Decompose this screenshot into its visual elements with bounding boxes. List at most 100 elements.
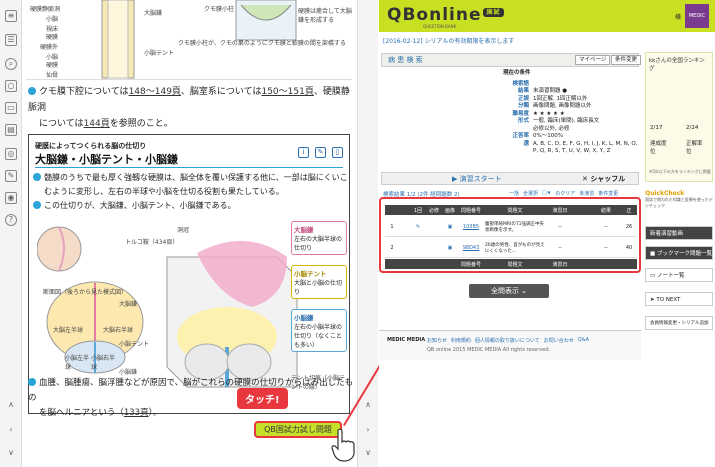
book-icon: ✎ [415, 223, 421, 230]
to-next-button[interactable]: ➤ TO NEXT [645, 292, 713, 306]
callout-shono-tent: 小脳テント 大脳と小脳の仕切り [291, 265, 347, 299]
fig-label: トルコ鞍（434頁） [125, 239, 179, 246]
footer-link[interactable]: 利用規約 [451, 337, 471, 344]
question-link[interactable]: 103B5 [459, 217, 483, 236]
bullet-icon [33, 201, 41, 209]
page-icon[interactable]: ▤ [5, 124, 17, 136]
action-bar: ▶ 演習スタート ✕ シャッフル [381, 172, 639, 185]
bullet-icon [28, 87, 36, 95]
circle-icon[interactable]: ○ [5, 80, 17, 92]
fig-label: 小脳右半球 [91, 355, 116, 371]
fig-label: 小脳テント [144, 50, 175, 57]
condition-button[interactable]: 条件変更 [611, 55, 642, 65]
scroll-down-icon[interactable]: ∨ [5, 448, 17, 460]
page-link[interactable]: 144頁 [84, 119, 110, 129]
fig-label: 洞冠 [177, 227, 190, 234]
fig-label: 硬膜静脈洞 [30, 6, 61, 13]
footer-link[interactable]: Q&A [578, 337, 589, 344]
mypage-button[interactable]: マイページ [575, 55, 611, 65]
para-references: クモ膜下腔については148～149頁、脳室系については150～151頁、硬膜静脈… [28, 87, 350, 129]
info-icon[interactable]: i [298, 147, 309, 158]
fig-label: 小脳テント [119, 341, 150, 348]
page-link[interactable]: 148～149頁 [129, 87, 181, 97]
ranking-box: kkさんの全国ランキング 2/17 2/24 達成度 正解率 位 位 ※5年以下… [645, 52, 713, 182]
quickcheck-banner[interactable]: QuickCheck 国試で問われた知識と医療を使ったデジチェック [645, 190, 713, 220]
menu-icon[interactable]: ≡ [5, 10, 17, 22]
qb-online-pane: QBonline 国試 QUESTION BANK 様 MEDIC MEDIA [… [379, 0, 715, 467]
results-table-highlight: 1回 必修 画像 問題番号 問題文 演習日 結果 正 1 ✎ ▣ 103B5 腹… [379, 197, 641, 273]
fig-label: 硬膜 [46, 34, 59, 41]
bookmark-icon[interactable]: ▯ [332, 147, 343, 158]
globe-icon[interactable]: ◉ [5, 192, 17, 204]
bullet-icon [28, 378, 36, 386]
fig-label: 大脳右半球 [103, 327, 134, 334]
shuffle-button[interactable]: ✕ シャッフル [582, 174, 625, 184]
start-button[interactable]: ▶ 演習スタート [452, 174, 502, 184]
note-icon[interactable]: ✎ [5, 170, 17, 182]
prev-page-icon[interactable]: ‹ [5, 425, 17, 437]
meninges-figure: 硬膜静脈洞 小脳 視床 硬膜 硬膜外 小脳 硬膜 仙骨 大脳鎌 小脳テント クモ… [26, 0, 352, 80]
qb-logo[interactable]: QBonline 国試 [387, 5, 504, 25]
current-conditions: 現在の条件 検索語 結果 未演習問題 ● 正誤 1回正解, 1回正解以外 分類 画像問… [503, 70, 638, 154]
table-row[interactable]: 1 ✎ ▣ 103B5 腹部単純MRIのT1強調正中矢状断像を示す。 -- --… [385, 217, 637, 237]
ebook-pane: ≡ ☰ ⌕ ○ ▭ ▤ ◎ ✎ ◉ ? ∧ ‹ ∨ 硬膜静脈洞 小脳 視床 硬膜… [0, 0, 378, 467]
qb-icon[interactable]: ◎ [5, 148, 17, 160]
page-link[interactable]: 150～151頁 [261, 87, 313, 97]
fig-label: 大脳鎌 [119, 301, 138, 308]
section-body: 髄膜のうちで最も厚く強靱な硬膜は、脳全体を覆い保護する他に、一部は脳にくいこ む… [33, 171, 349, 213]
show-all-button[interactable]: 全問表示 ⌄ [469, 284, 549, 298]
table-footer: 問題番号 問題文 演習日 [385, 259, 637, 269]
left-toolbar: ≡ ☰ ⌕ ○ ▭ ▤ ◎ ✎ ◉ ? ∧ ‹ ∨ [0, 0, 22, 467]
fig-note: 硬膜は癒合して大脳鎌を形成する [298, 8, 352, 24]
footer-link[interactable]: お問い合わせ [544, 337, 574, 344]
result-link[interactable]: □★ [542, 190, 551, 197]
fig-label: 断面図（後ろから見た模式図） [43, 289, 128, 296]
tap-callout: タッチ! [237, 388, 288, 409]
fig-label: 小脳 [46, 16, 59, 23]
ebook-page: 硬膜静脈洞 小脳 視床 硬膜 硬膜外 小脳 硬膜 仙骨 大脳鎌 小脳テント クモ… [26, 0, 354, 467]
table-header: 1回 必修 画像 問題番号 問題文 演習日 結果 正 [385, 205, 637, 215]
section-title: 大脳鎌・小脳テント・小脳鎌 [35, 153, 178, 166]
page-link[interactable]: 133頁 [124, 408, 149, 418]
footer-copyright: QB online 2015 MEDIC MEDIA All rights re… [427, 347, 551, 353]
note-list-button[interactable]: ▭ ノート一覧 [645, 268, 713, 282]
scroll-up-icon[interactable]: ∧ [5, 400, 17, 412]
footer-logo: MEDIC MEDIA [387, 337, 426, 343]
serial-notice[interactable]: [2016-02-12] シリアルの有効期限を表示します [383, 36, 514, 45]
table-row[interactable]: 2 ▣ 98D43 26歳の男性、首がものが見えにくくなった… -- -- 40 [385, 238, 637, 258]
scroll-up-icon[interactable]: ∧ [362, 400, 374, 412]
para-herniation: 血腫、脳腫瘍、脳浮腫などが原因で、脳がこれらの硬膜の仕切りからはみ出したもの を… [28, 378, 354, 418]
bookmark-list-button[interactable]: ■ ブックマーク問題一覧 [645, 246, 713, 260]
scroll-down-icon[interactable]: ∨ [362, 448, 374, 460]
hand-pointer-icon [331, 428, 355, 462]
question-link[interactable]: 98D43 [459, 238, 483, 257]
logo-sub: QUESTION BANK [423, 24, 457, 29]
result-link[interactable]: 未演習 [579, 190, 594, 197]
qb-header: QBonline 国試 QUESTION BANK 様 MEDIC MEDIA [379, 0, 715, 43]
next-page-icon[interactable]: › [362, 425, 374, 437]
result-link[interactable]: 条件変更 [598, 190, 618, 197]
qb-trial-button[interactable]: QB国試力試し問題 [254, 421, 342, 438]
fig-label: クモ膜小柱 [204, 6, 235, 13]
qb-footer: MEDIC MEDIA お知らせ 利用規約 個人情報の取り扱いについて お問い合… [379, 330, 641, 360]
medic-media-logo[interactable]: MEDIC MEDIA [685, 4, 709, 43]
section-subtitle: 硬膜によってつくられる脳の仕切り [35, 142, 147, 150]
callout-daino-kama: 大脳鎌 左右の大脳半球の仕切り [291, 221, 347, 255]
fig-label: 硬膜外 [40, 44, 59, 51]
new-video-button[interactable]: 新着演習動画 [645, 226, 713, 240]
help-icon[interactable]: ? [5, 214, 17, 226]
bullet-icon [33, 173, 41, 181]
result-link[interactable]: 一括 [509, 190, 519, 197]
image-icon: ▣ [447, 244, 453, 251]
member-settings-button[interactable]: 会員情報変更・シリアル追加 [645, 316, 713, 330]
book-icon[interactable]: ▭ [5, 102, 17, 114]
search-icon[interactable]: ⌕ [5, 58, 17, 70]
callout-shono-kama: 小脳鎌 左右の小脳半球の仕切り（なくことも多い） [291, 309, 347, 352]
edit-icon[interactable]: ✎ [315, 147, 326, 158]
result-link[interactable]: 全選択 [523, 190, 538, 197]
image-icon: ▣ [447, 223, 453, 230]
footer-link[interactable]: 個人情報の取り扱いについて [475, 337, 540, 344]
list-icon[interactable]: ☰ [5, 34, 17, 46]
result-link[interactable]: のクリア [555, 190, 575, 197]
footer-link[interactable]: お知らせ [427, 337, 447, 344]
